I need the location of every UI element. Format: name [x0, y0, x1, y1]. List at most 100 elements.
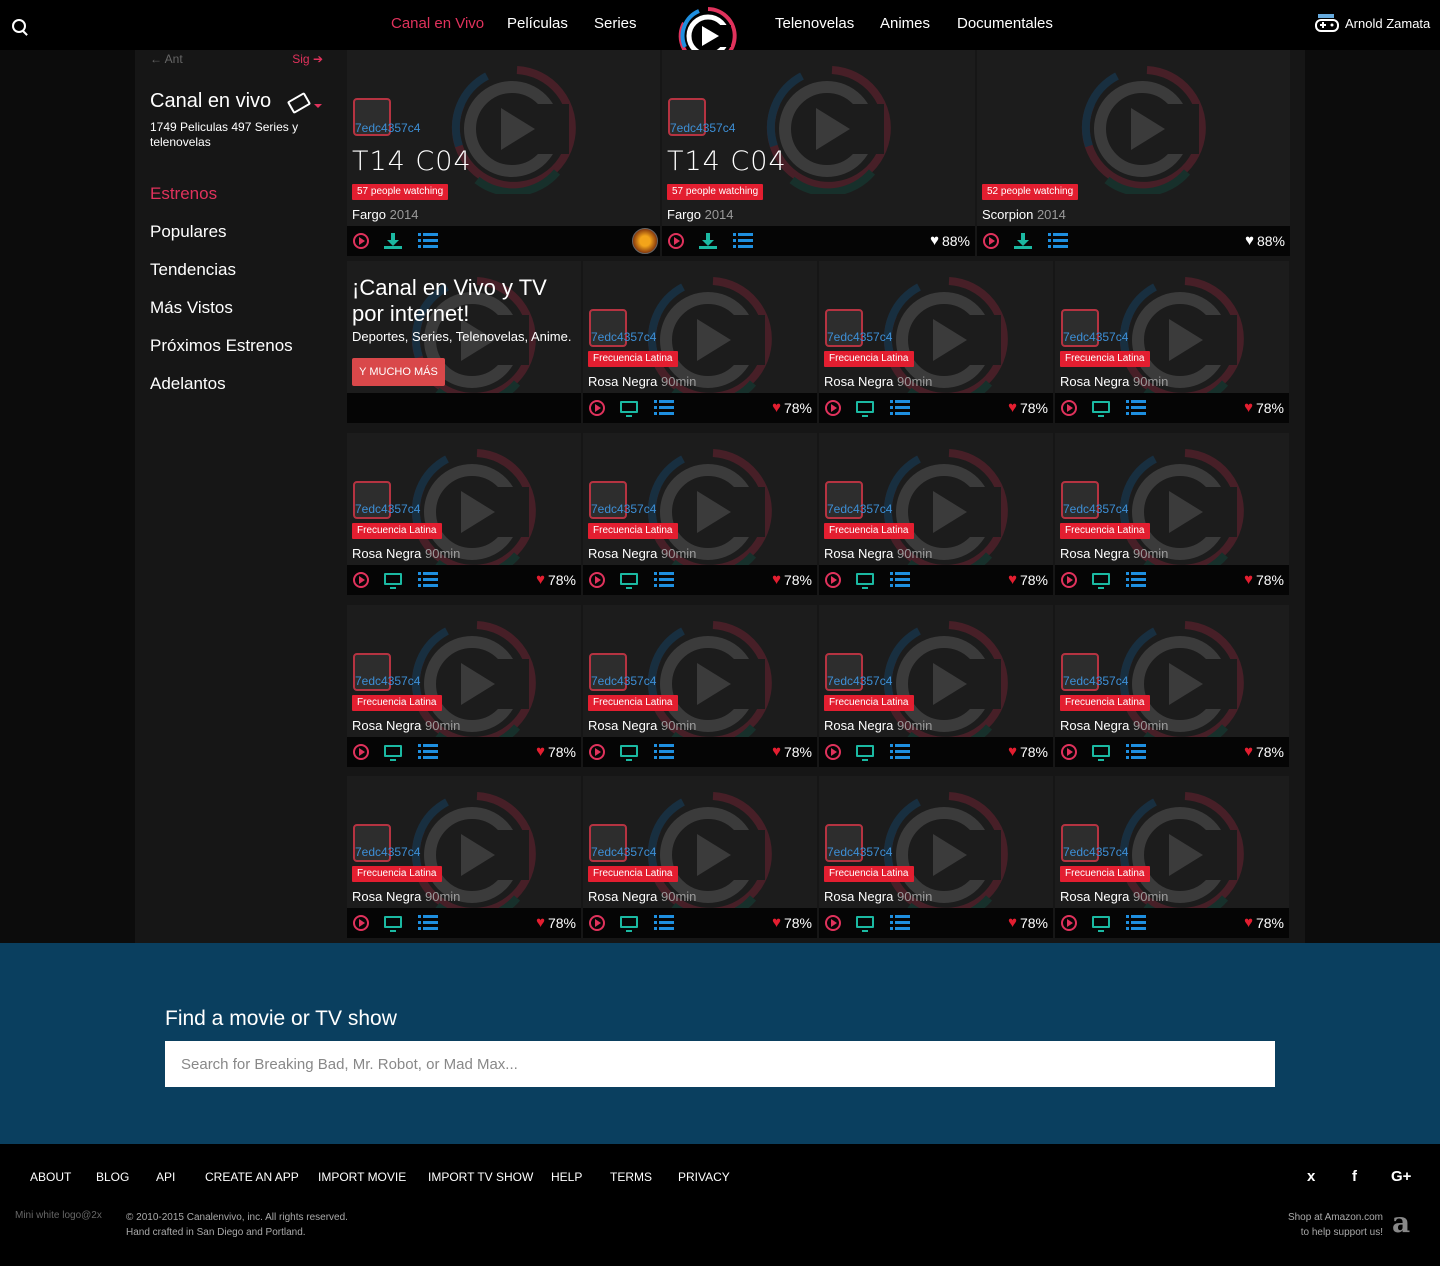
channel-card[interactable]: 7edc4357c4 Frecuencia Latina Rosa Negra 90… — [583, 605, 817, 767]
tv-icon[interactable] — [620, 573, 638, 589]
channel-card[interactable]: 7edc4357c4 Frecuencia Latina Rosa Negra 90… — [819, 433, 1053, 595]
play-icon[interactable] — [353, 744, 369, 760]
footer-import-tv-show[interactable]: IMPORT TV SHOW — [428, 1170, 533, 1184]
play-icon[interactable] — [353, 233, 369, 249]
tv-icon[interactable] — [1092, 916, 1110, 932]
play-icon[interactable] — [1061, 400, 1077, 416]
nav-documentales[interactable]: Documentales — [957, 15, 1053, 32]
footer-help[interactable]: HELP — [551, 1170, 582, 1184]
card-title[interactable]: Rosa Negra 90min — [824, 718, 932, 733]
heart-icon[interactable]: ♥ — [930, 233, 939, 248]
heart-icon[interactable]: ♥ — [772, 744, 781, 759]
nav-animes[interactable]: Animes — [880, 15, 930, 32]
heart-icon[interactable]: ♥ — [1008, 744, 1017, 759]
channel-card[interactable]: 7edc4357c4 Frecuencia Latina Rosa Negra 90… — [1055, 605, 1289, 767]
prev-link[interactable]: ← Ant — [150, 52, 183, 66]
download-icon[interactable] — [384, 233, 402, 249]
card-title[interactable]: Fargo 2014 — [352, 207, 419, 222]
list-icon[interactable] — [1048, 233, 1068, 249]
play-icon[interactable] — [353, 915, 369, 931]
twitter-icon[interactable]: x — [1307, 1168, 1315, 1185]
card-title[interactable]: Rosa Negra 90min — [1060, 718, 1168, 733]
nav-canal-en-vivo[interactable]: Canal en Vivo — [391, 15, 484, 32]
tv-icon[interactable] — [1092, 745, 1110, 761]
footer-blog[interactable]: BLOG — [96, 1170, 129, 1184]
list-icon[interactable] — [890, 915, 910, 931]
list-icon[interactable] — [1126, 572, 1146, 588]
user-menu[interactable]: Arnold Zamata — [1315, 11, 1430, 35]
card-title[interactable]: Scorpion 2014 — [982, 207, 1066, 222]
download-icon[interactable] — [699, 233, 717, 249]
channel-card[interactable]: 7edc4357c4 Frecuencia Latina Rosa Negra 90… — [1055, 776, 1289, 938]
search-icon[interactable] — [12, 19, 26, 33]
list-icon[interactable] — [733, 233, 753, 249]
heart-icon[interactable]: ♥ — [1008, 400, 1017, 415]
list-icon[interactable] — [418, 744, 438, 760]
play-icon[interactable] — [353, 572, 369, 588]
list-icon[interactable] — [890, 400, 910, 416]
heart-icon[interactable]: ♥ — [536, 915, 545, 930]
card-title[interactable]: Rosa Negra 90min — [1060, 889, 1168, 904]
footer-logo[interactable]: Mini white logo@2x — [15, 1210, 102, 1221]
nav-peliculas[interactable]: Películas — [507, 15, 568, 32]
facebook-icon[interactable]: f — [1352, 1168, 1357, 1185]
card-title[interactable]: Rosa Negra 90min — [1060, 546, 1168, 561]
play-icon[interactable] — [589, 915, 605, 931]
card-title[interactable]: Rosa Negra 90min — [588, 718, 696, 733]
channel-card[interactable]: 7edc4357c4 Frecuencia Latina Rosa Negra 90… — [583, 261, 817, 423]
tv-icon[interactable] — [1092, 573, 1110, 589]
heart-icon[interactable]: ♥ — [772, 400, 781, 415]
channel-card[interactable]: 7edc4357c4 Frecuencia Latina Rosa Negra 90… — [583, 776, 817, 938]
play-icon[interactable] — [1061, 572, 1077, 588]
footer-terms[interactable]: TERMS — [610, 1170, 652, 1184]
avatar[interactable] — [632, 228, 658, 254]
heart-icon[interactable]: ♥ — [1245, 233, 1254, 248]
play-icon[interactable] — [589, 744, 605, 760]
heart-icon[interactable]: ♥ — [536, 744, 545, 759]
footer-import-movie[interactable]: IMPORT MOVIE — [318, 1170, 406, 1184]
channel-card[interactable]: 7edc4357c4 Frecuencia Latina Rosa Negra 90… — [347, 605, 581, 767]
tv-icon[interactable] — [856, 745, 874, 761]
play-icon[interactable] — [825, 400, 841, 416]
tv-icon[interactable] — [384, 745, 402, 761]
play-icon[interactable] — [825, 572, 841, 588]
featured-card[interactable]: 7edc4357c4 T14 C04 57 people watching Fargo… — [662, 50, 975, 256]
list-icon[interactable] — [654, 572, 674, 588]
list-icon[interactable] — [418, 233, 438, 249]
play-icon[interactable] — [825, 744, 841, 760]
card-title[interactable]: Rosa Negra 90min — [588, 889, 696, 904]
sidebar-item-populares[interactable]: Populares — [150, 222, 227, 242]
channel-card[interactable]: 7edc4357c4 Frecuencia Latina Rosa Negra 90… — [819, 261, 1053, 423]
heart-icon[interactable]: ♥ — [1008, 572, 1017, 587]
play-icon[interactable] — [1061, 744, 1077, 760]
tv-icon[interactable] — [620, 401, 638, 417]
footer-create-app[interactable]: CREATE AN APP — [205, 1170, 299, 1184]
featured-card[interactable]: 7edc4357c4 T14 C04 57 people watching Fargo… — [347, 50, 660, 256]
list-icon[interactable] — [1126, 744, 1146, 760]
heart-icon[interactable]: ♥ — [1008, 915, 1017, 930]
card-title[interactable]: Fargo 2014 — [667, 207, 734, 222]
card-title[interactable]: Rosa Negra 90min — [824, 374, 932, 389]
card-title[interactable]: Rosa Negra 90min — [588, 374, 696, 389]
amazon-icon[interactable]: a — [1392, 1206, 1422, 1239]
card-title[interactable]: Rosa Negra 90min — [352, 889, 460, 904]
tv-icon[interactable] — [620, 916, 638, 932]
tv-icon[interactable] — [620, 745, 638, 761]
card-title[interactable]: Rosa Negra 90min — [824, 889, 932, 904]
card-title[interactable]: Rosa Negra 90min — [824, 546, 932, 561]
tv-icon[interactable] — [856, 916, 874, 932]
chevron-down-icon[interactable] — [314, 104, 322, 108]
sidebar-item-estrenos[interactable]: Estrenos — [150, 184, 217, 204]
channel-card[interactable]: 7edc4357c4 Frecuencia Latina Rosa Negra 90… — [583, 433, 817, 595]
google-plus-icon[interactable]: G+ — [1391, 1168, 1411, 1185]
list-icon[interactable] — [654, 400, 674, 416]
play-icon[interactable] — [589, 572, 605, 588]
list-icon[interactable] — [654, 744, 674, 760]
card-title[interactable]: Rosa Negra 90min — [352, 546, 460, 561]
play-icon[interactable] — [983, 233, 999, 249]
card-title[interactable]: Rosa Negra 90min — [588, 546, 696, 561]
more-button[interactable]: Y MUCHO MÁS — [352, 358, 445, 386]
play-icon[interactable] — [668, 233, 684, 249]
channel-card[interactable]: 7edc4357c4 Frecuencia Latina Rosa Negra 90… — [819, 776, 1053, 938]
footer-api[interactable]: API — [156, 1170, 175, 1184]
